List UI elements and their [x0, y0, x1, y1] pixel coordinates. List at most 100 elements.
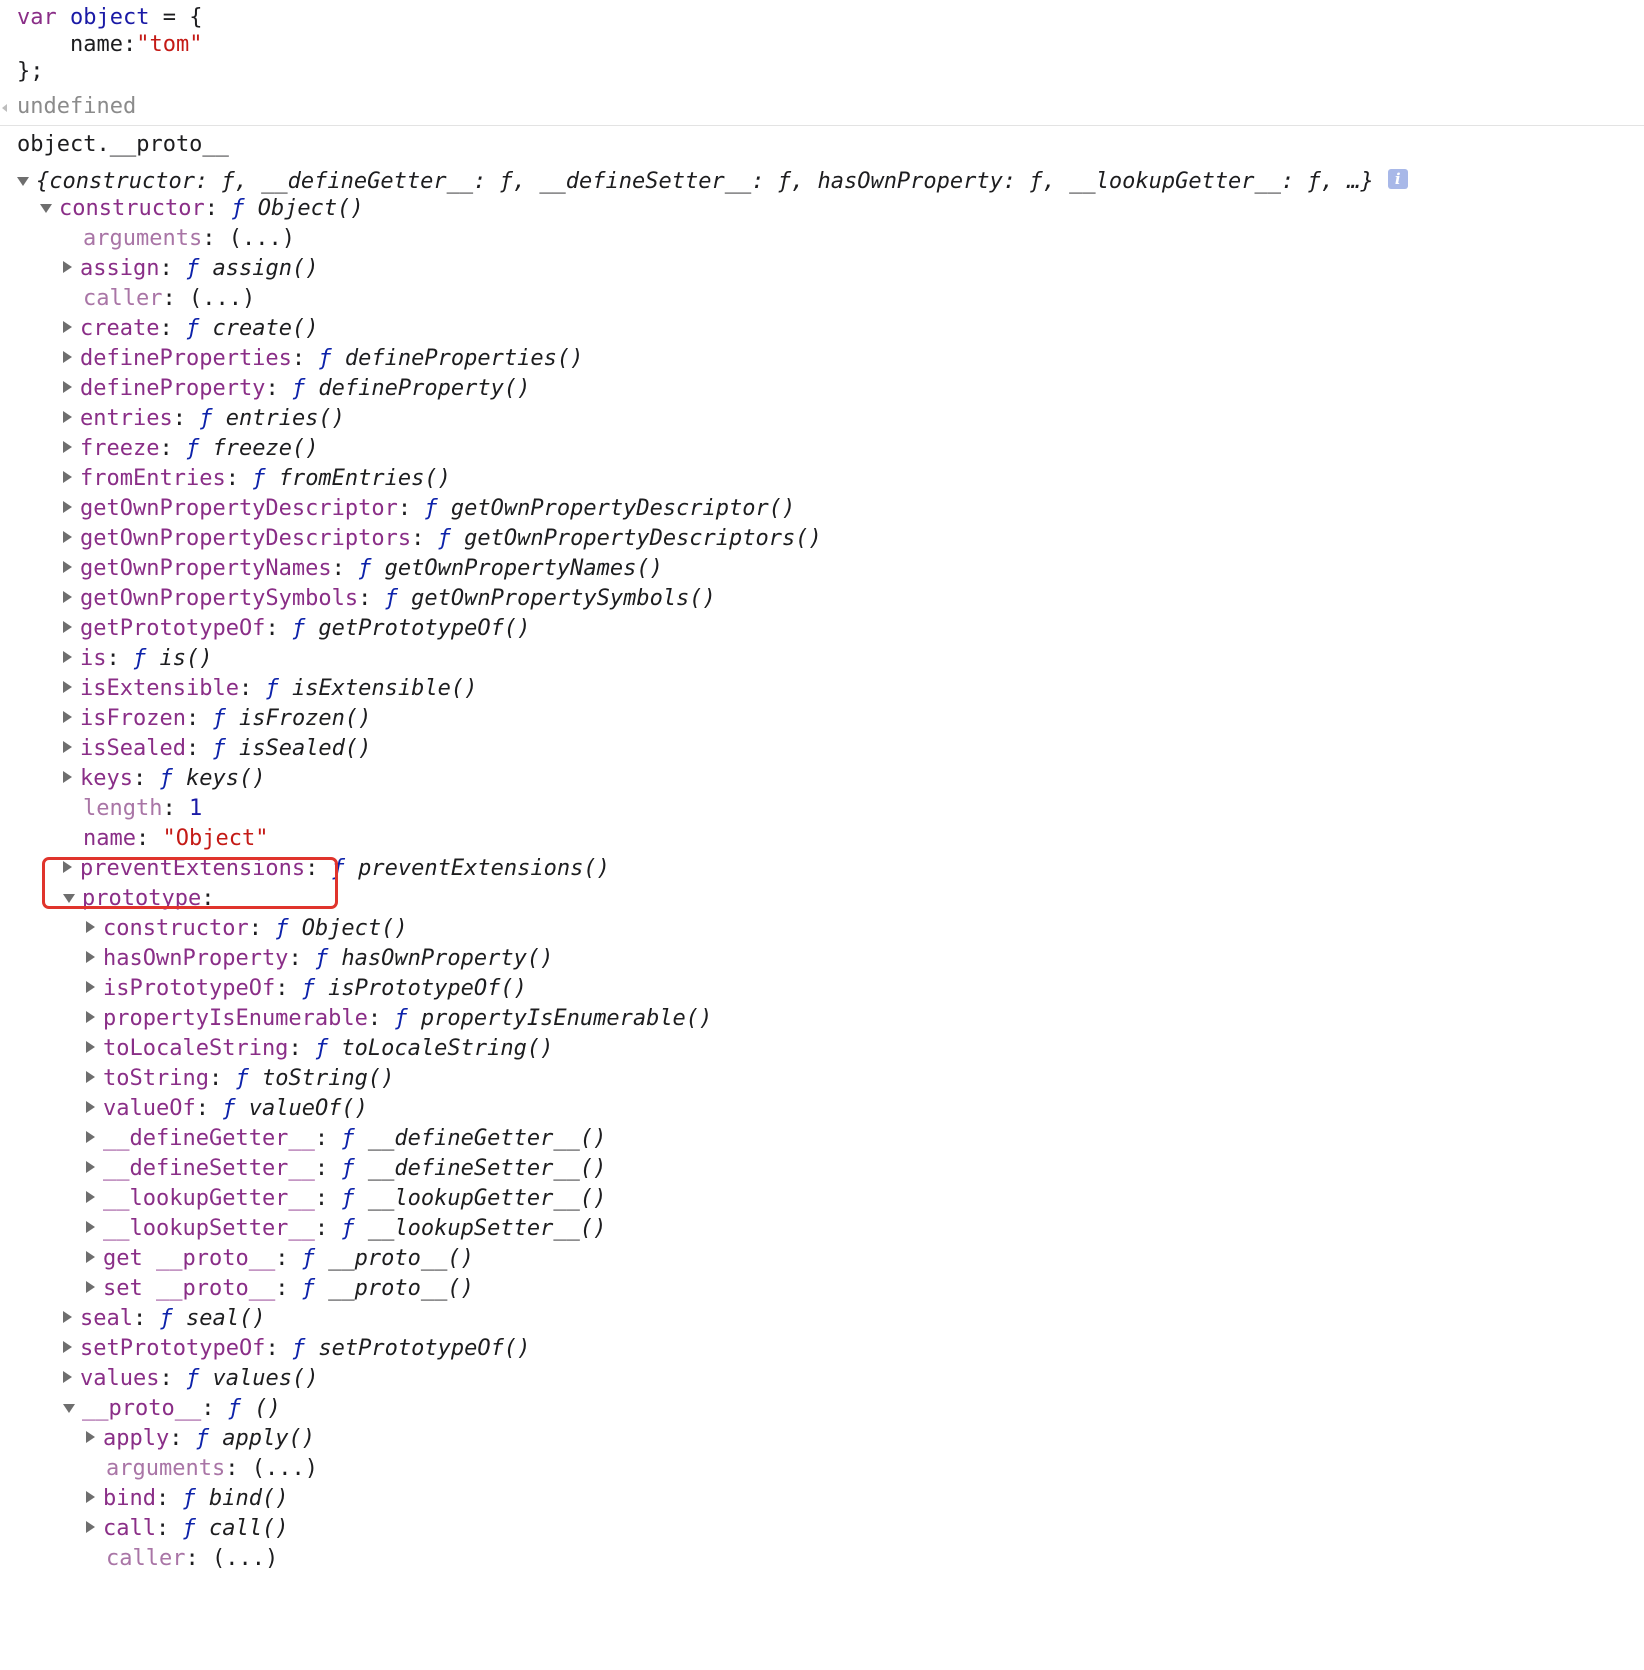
property-key: __proto__ — [82, 1396, 202, 1421]
collapsed-triangle-icon[interactable] — [86, 981, 95, 993]
collapsed-triangle-icon[interactable] — [63, 591, 72, 603]
collapsed-triangle-icon[interactable] — [86, 1281, 95, 1293]
collapsed-triangle-icon[interactable] — [63, 381, 72, 393]
collapsed-triangle-icon[interactable] — [63, 531, 72, 543]
function-name: Object() — [244, 196, 364, 221]
tree-row[interactable]: call: ƒ call() — [86, 1515, 288, 1543]
collapsed-triangle-icon[interactable] — [86, 1191, 95, 1203]
tree-row[interactable]: is: ƒ is() — [63, 645, 212, 673]
tree-row[interactable]: toString: ƒ toString() — [86, 1065, 394, 1093]
collapsed-triangle-icon[interactable] — [86, 921, 95, 933]
function-keyword: ƒ — [212, 736, 226, 761]
tree-row[interactable]: hasOwnProperty: ƒ hasOwnProperty() — [86, 945, 553, 973]
tree-row[interactable]: __defineGetter__: ƒ __defineGetter__() — [86, 1125, 606, 1153]
tree-row[interactable]: getOwnPropertyDescriptor: ƒ getOwnProper… — [63, 495, 795, 523]
collapsed-triangle-icon[interactable] — [86, 1161, 95, 1173]
collapsed-triangle-icon[interactable] — [86, 1071, 95, 1083]
info-icon[interactable]: i — [1387, 169, 1408, 189]
tree-row[interactable]: keys: ƒ keys() — [63, 765, 265, 793]
var-keyword: var — [17, 5, 57, 30]
tree-row[interactable]: set __proto__: ƒ __proto__() — [86, 1275, 474, 1303]
collapsed-triangle-icon[interactable] — [63, 351, 72, 363]
tree-row[interactable]: setPrototypeOf: ƒ setPrototypeOf() — [63, 1335, 530, 1363]
collapsed-triangle-icon[interactable] — [86, 1431, 95, 1443]
collapsed-triangle-icon[interactable] — [63, 741, 72, 753]
collapsed-triangle-icon[interactable] — [86, 951, 95, 963]
tree-row[interactable]: __lookupSetter__: ƒ __lookupSetter__() — [86, 1215, 606, 1243]
colon: : — [132, 766, 160, 791]
property-value[interactable]: (...) — [212, 1546, 278, 1571]
tree-row[interactable]: apply: ƒ apply() — [86, 1425, 315, 1453]
object-summary-row[interactable]: {constructor: ƒ, __defineGetter__: ƒ, __… — [17, 168, 1408, 196]
property-key: getOwnPropertyNames — [80, 556, 332, 581]
function-name: fromEntries() — [265, 466, 451, 491]
property-key: defineProperties — [80, 346, 292, 371]
tree-row[interactable]: getOwnPropertyNames: ƒ getOwnPropertyNam… — [63, 555, 663, 583]
tree-row[interactable]: bind: ƒ bind() — [86, 1485, 288, 1513]
tree-row[interactable]: defineProperty: ƒ defineProperty() — [63, 375, 530, 403]
colon: : — [106, 646, 133, 671]
tree-row[interactable]: entries: ƒ entries() — [63, 405, 345, 433]
tree-row[interactable]: constructor: ƒ Object() — [40, 195, 364, 223]
tree-row[interactable]: freeze: ƒ freeze() — [63, 435, 318, 463]
tree-row[interactable]: assign: ƒ assign() — [63, 255, 318, 283]
collapsed-triangle-icon[interactable] — [63, 1311, 72, 1323]
collapsed-triangle-icon[interactable] — [63, 1371, 72, 1383]
tree-row[interactable]: seal: ƒ seal() — [63, 1305, 265, 1333]
collapsed-triangle-icon[interactable] — [86, 1011, 95, 1023]
collapsed-triangle-icon[interactable] — [63, 501, 72, 513]
collapsed-triangle-icon[interactable] — [63, 681, 72, 693]
collapsed-triangle-icon[interactable] — [86, 1131, 95, 1143]
collapsed-triangle-icon[interactable] — [63, 771, 72, 783]
tree-row[interactable]: values: ƒ values() — [63, 1365, 318, 1393]
tree-row[interactable]: __proto__: ƒ () — [63, 1395, 281, 1423]
tree-row[interactable]: isSealed: ƒ isSealed() — [63, 735, 371, 763]
tree-row[interactable]: fromEntries: ƒ fromEntries() — [63, 465, 451, 493]
tree-row[interactable]: get __proto__: ƒ __proto__() — [86, 1245, 474, 1273]
expanded-triangle-icon[interactable] — [40, 203, 52, 213]
collapsed-triangle-icon[interactable] — [63, 261, 72, 273]
tree-row[interactable]: __lookupGetter__: ƒ __lookupGetter__() — [86, 1185, 606, 1213]
tree-row[interactable]: create: ƒ create() — [63, 315, 318, 343]
expanded-triangle-icon[interactable] — [63, 1403, 75, 1413]
property-value[interactable]: (...) — [229, 226, 295, 251]
collapsed-triangle-icon[interactable] — [86, 1041, 95, 1053]
tree-row[interactable]: __defineSetter__: ƒ __defineSetter__() — [86, 1155, 606, 1183]
collapsed-triangle-icon[interactable] — [86, 1491, 95, 1503]
function-name: getOwnPropertySymbols() — [397, 586, 716, 611]
function-keyword: ƒ — [275, 916, 289, 941]
collapsed-triangle-icon[interactable] — [63, 471, 72, 483]
colon: : — [314, 1126, 342, 1151]
tree-row[interactable]: isExtensible: ƒ isExtensible() — [63, 675, 477, 703]
collapsed-triangle-icon[interactable] — [63, 411, 72, 423]
tree-row[interactable]: getPrototypeOf: ƒ getPrototypeOf() — [63, 615, 530, 643]
collapsed-triangle-icon[interactable] — [63, 621, 72, 633]
property-value[interactable]: (...) — [189, 286, 255, 311]
tree-row[interactable]: isPrototypeOf: ƒ isPrototypeOf() — [86, 975, 527, 1003]
tree-row[interactable]: isFrozen: ƒ isFrozen() — [63, 705, 371, 733]
property-key: isPrototypeOf — [103, 976, 276, 1001]
collapsed-triangle-icon[interactable] — [86, 1221, 95, 1233]
collapsed-triangle-icon[interactable] — [86, 1101, 95, 1113]
expand-triangle-icon[interactable] — [17, 176, 29, 186]
function-keyword: ƒ — [133, 646, 147, 671]
collapsed-triangle-icon[interactable] — [86, 1521, 95, 1533]
tree-row[interactable]: valueOf: ƒ valueOf() — [86, 1095, 368, 1123]
collapsed-triangle-icon[interactable] — [63, 1341, 72, 1353]
property-value[interactable]: (...) — [252, 1456, 318, 1481]
tree-row[interactable]: propertyIsEnumerable: ƒ propertyIsEnumer… — [86, 1005, 712, 1033]
collapsed-triangle-icon[interactable] — [63, 321, 72, 333]
collapsed-triangle-icon[interactable] — [63, 651, 72, 663]
tree-row[interactable]: getOwnPropertySymbols: ƒ getOwnPropertyS… — [63, 585, 716, 613]
colon: : — [162, 796, 189, 821]
tree-row[interactable]: constructor: ƒ Object() — [86, 915, 408, 943]
collapsed-triangle-icon[interactable] — [86, 1251, 95, 1263]
tree-row[interactable]: toLocaleString: ƒ toLocaleString() — [86, 1035, 553, 1063]
tree-row[interactable]: getOwnPropertyDescriptors: ƒ getOwnPrope… — [63, 525, 822, 553]
function-keyword: ƒ — [291, 1336, 306, 1361]
collapsed-triangle-icon[interactable] — [63, 561, 72, 573]
collapsed-triangle-icon[interactable] — [63, 711, 72, 723]
function-keyword: ƒ — [314, 946, 329, 971]
collapsed-triangle-icon[interactable] — [63, 441, 72, 453]
tree-row[interactable]: defineProperties: ƒ defineProperties() — [63, 345, 583, 373]
